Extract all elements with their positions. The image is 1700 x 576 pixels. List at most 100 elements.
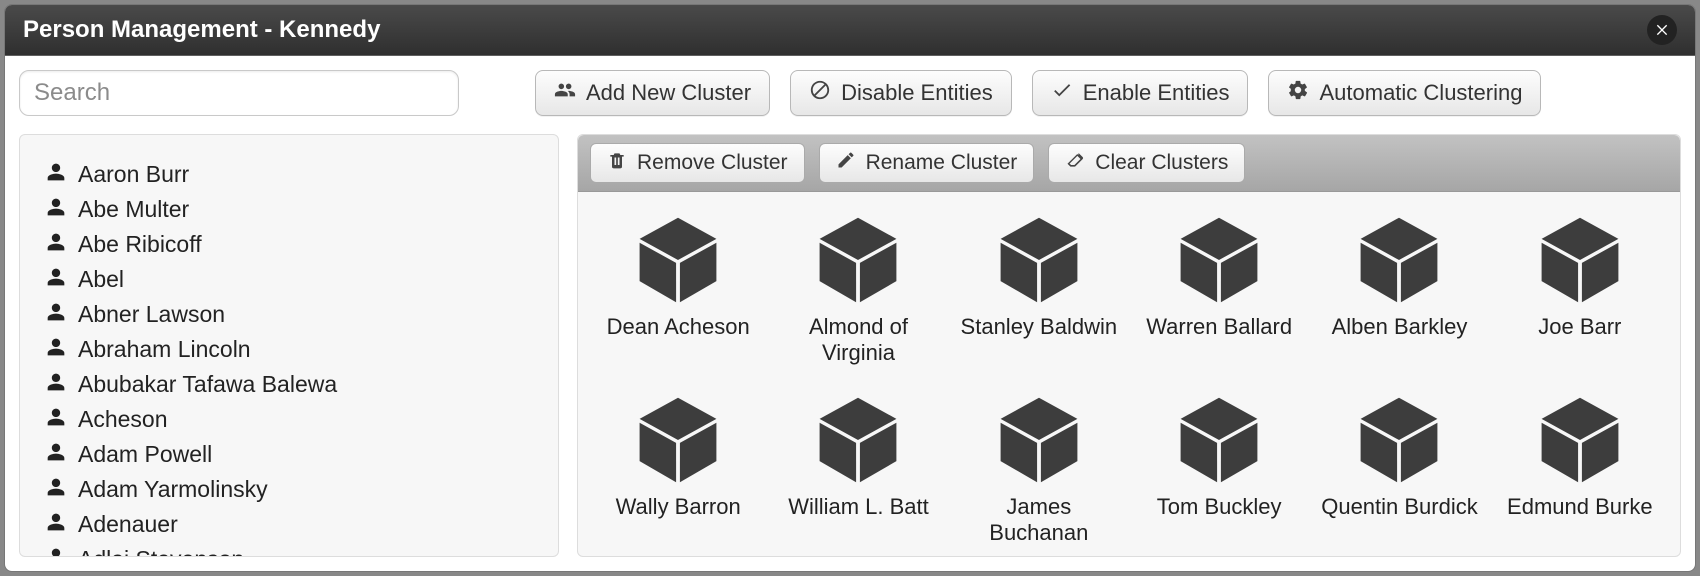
person-name: Adam Powell bbox=[78, 441, 212, 468]
cluster-panel: Remove Cluster Rename Cluster Clear Clus… bbox=[577, 134, 1681, 557]
person-name: Abner Lawson bbox=[78, 301, 225, 328]
titlebar: Person Management - Kennedy bbox=[5, 5, 1695, 56]
gears-icon bbox=[1287, 79, 1309, 107]
user-icon bbox=[46, 231, 66, 258]
user-icon bbox=[46, 266, 66, 293]
person-name: Adlai Stevenson bbox=[78, 546, 244, 557]
person-row[interactable]: Adlai Stevenson bbox=[46, 542, 532, 557]
cluster-item[interactable]: Wally Barron bbox=[590, 392, 766, 556]
automatic-clustering-button[interactable]: Automatic Clustering bbox=[1268, 70, 1541, 116]
person-row[interactable]: Abubakar Tafawa Balewa bbox=[46, 367, 532, 402]
button-label: Disable Entities bbox=[841, 80, 993, 106]
user-icon bbox=[46, 336, 66, 363]
person-name: Abe Ribicoff bbox=[78, 231, 202, 258]
content: Aaron Burr Abe Multer Abe Ribicoff Abel Abne… bbox=[5, 134, 1695, 571]
cluster-item[interactable]: James Buchanan bbox=[951, 392, 1127, 556]
cube-icon bbox=[1351, 392, 1447, 488]
button-label: Rename Cluster bbox=[866, 151, 1018, 175]
cube-icon bbox=[1171, 392, 1267, 488]
ban-icon bbox=[809, 79, 831, 107]
window: Person Management - Kennedy Add New Clus… bbox=[4, 4, 1696, 572]
person-name: Adam Yarmolinsky bbox=[78, 476, 268, 503]
cluster-label: Stanley Baldwin bbox=[961, 314, 1118, 340]
cluster-item[interactable]: William L. Batt bbox=[770, 392, 946, 556]
disable-entities-button[interactable]: Disable Entities bbox=[790, 70, 1012, 116]
cluster-item[interactable]: Dean Acheson bbox=[590, 212, 766, 376]
person-row[interactable]: Adenauer bbox=[46, 507, 532, 542]
cube-icon bbox=[810, 392, 906, 488]
person-row[interactable]: Abe Multer bbox=[46, 192, 532, 227]
user-icon bbox=[46, 476, 66, 503]
toolbar: Add New Cluster Disable Entities Enable … bbox=[5, 56, 1695, 134]
close-icon bbox=[1654, 16, 1670, 44]
add-cluster-button[interactable]: Add New Cluster bbox=[535, 70, 770, 116]
cluster-item[interactable]: Joe Barr bbox=[1492, 212, 1668, 376]
user-icon bbox=[46, 441, 66, 468]
cluster-item[interactable]: Almond of Virginia bbox=[770, 212, 946, 376]
remove-cluster-button[interactable]: Remove Cluster bbox=[590, 143, 805, 183]
user-icon bbox=[46, 371, 66, 398]
person-row[interactable]: Abraham Lincoln bbox=[46, 332, 532, 367]
search-input[interactable] bbox=[19, 70, 459, 116]
person-name: Abel bbox=[78, 266, 124, 293]
cluster-label: Wally Barron bbox=[616, 494, 741, 520]
cluster-label: Quentin Burdick bbox=[1321, 494, 1478, 520]
cluster-item[interactable]: Quentin Burdick bbox=[1311, 392, 1487, 556]
person-row[interactable]: Abel bbox=[46, 262, 532, 297]
cluster-grid: Dean Acheson Almond of Virginia Stanley Ba… bbox=[578, 192, 1680, 556]
person-row[interactable]: Adam Yarmolinsky bbox=[46, 472, 532, 507]
clear-clusters-button[interactable]: Clear Clusters bbox=[1048, 143, 1245, 183]
button-label: Remove Cluster bbox=[637, 151, 788, 175]
cube-icon bbox=[991, 392, 1087, 488]
person-name: Adenauer bbox=[78, 511, 178, 538]
cluster-label: Tom Buckley bbox=[1157, 494, 1282, 520]
person-row[interactable]: Acheson bbox=[46, 402, 532, 437]
button-label: Automatic Clustering bbox=[1319, 80, 1522, 106]
cluster-item[interactable]: Stanley Baldwin bbox=[951, 212, 1127, 376]
user-icon bbox=[46, 161, 66, 188]
person-row[interactable]: Abner Lawson bbox=[46, 297, 532, 332]
pencil-icon bbox=[836, 150, 856, 176]
cluster-label: James Buchanan bbox=[959, 494, 1119, 547]
cluster-item[interactable]: Edmund Burke bbox=[1492, 392, 1668, 556]
person-name: Aaron Burr bbox=[78, 161, 189, 188]
cube-icon bbox=[991, 212, 1087, 308]
person-name: Abraham Lincoln bbox=[78, 336, 251, 363]
person-name: Abubakar Tafawa Balewa bbox=[78, 371, 337, 398]
button-label: Enable Entities bbox=[1083, 80, 1230, 106]
cluster-item[interactable]: Warren Ballard bbox=[1131, 212, 1307, 376]
cluster-label: Alben Barkley bbox=[1332, 314, 1468, 340]
cube-icon bbox=[810, 212, 906, 308]
cluster-label: Almond of Virginia bbox=[778, 314, 938, 367]
user-icon bbox=[46, 196, 66, 223]
user-icon bbox=[46, 546, 66, 557]
people-sidebar: Aaron Burr Abe Multer Abe Ribicoff Abel Abne… bbox=[19, 134, 559, 557]
eraser-icon bbox=[1065, 150, 1085, 176]
rename-cluster-button[interactable]: Rename Cluster bbox=[819, 143, 1035, 183]
person-row[interactable]: Aaron Burr bbox=[46, 157, 532, 192]
cube-icon bbox=[1532, 392, 1628, 488]
cube-icon bbox=[1351, 212, 1447, 308]
person-name: Abe Multer bbox=[78, 196, 189, 223]
person-name: Acheson bbox=[78, 406, 168, 433]
user-icon bbox=[46, 301, 66, 328]
trash-icon bbox=[607, 150, 627, 176]
users-icon bbox=[554, 79, 576, 107]
button-label: Clear Clusters bbox=[1095, 151, 1228, 175]
check-icon bbox=[1051, 79, 1073, 107]
window-title: Person Management - Kennedy bbox=[23, 16, 380, 44]
cluster-label: Dean Acheson bbox=[607, 314, 750, 340]
enable-entities-button[interactable]: Enable Entities bbox=[1032, 70, 1249, 116]
cube-icon bbox=[630, 392, 726, 488]
close-button[interactable] bbox=[1647, 15, 1677, 45]
button-label: Add New Cluster bbox=[586, 80, 751, 106]
cube-icon bbox=[1532, 212, 1628, 308]
cluster-label: William L. Batt bbox=[788, 494, 929, 520]
cluster-label: Warren Ballard bbox=[1146, 314, 1292, 340]
cluster-item[interactable]: Tom Buckley bbox=[1131, 392, 1307, 556]
person-row[interactable]: Adam Powell bbox=[46, 437, 532, 472]
cluster-item[interactable]: Alben Barkley bbox=[1311, 212, 1487, 376]
cluster-toolbar: Remove Cluster Rename Cluster Clear Clus… bbox=[578, 135, 1680, 192]
cluster-label: Edmund Burke bbox=[1507, 494, 1653, 520]
person-row[interactable]: Abe Ribicoff bbox=[46, 227, 532, 262]
